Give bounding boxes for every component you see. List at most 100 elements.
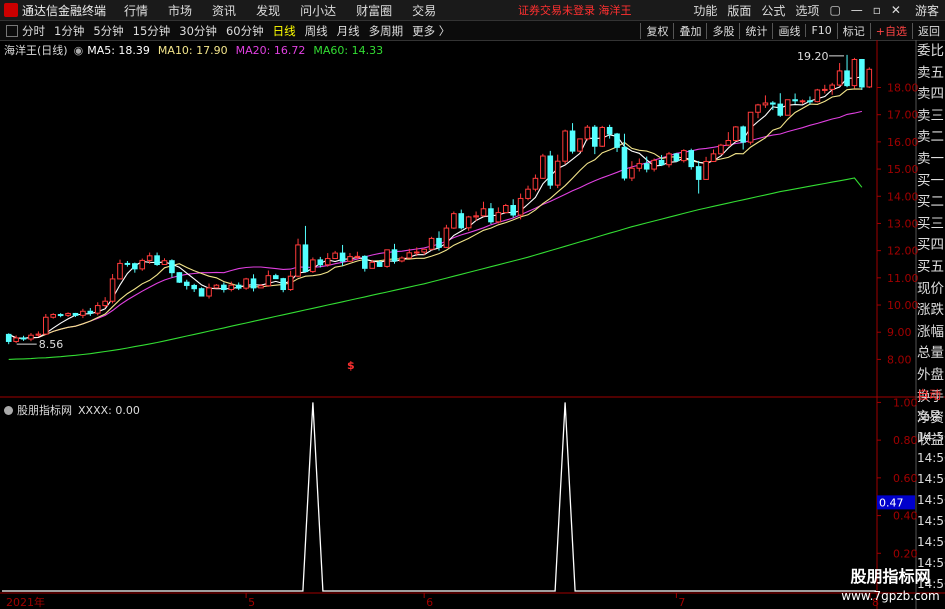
sidebar-label-1: 卖五 xyxy=(917,64,944,81)
ma5-series xyxy=(8,76,862,339)
trade-label-0[interactable]: 自动 xyxy=(917,385,945,406)
sidebar-label-13: 涨幅 xyxy=(917,323,944,340)
candle-body-5 xyxy=(43,316,49,335)
candle-body-75 xyxy=(562,130,568,162)
candle-body-97 xyxy=(725,140,732,146)
candle-body-51 xyxy=(384,249,390,267)
candle-body-70 xyxy=(525,188,531,199)
candle-body-104 xyxy=(777,103,784,116)
date-label-3: 7 xyxy=(678,596,685,609)
candle-body-60 xyxy=(451,213,457,229)
candle-body-16 xyxy=(124,262,131,265)
candle-body-19 xyxy=(146,255,153,261)
candle-body-86 xyxy=(643,163,650,170)
ind-label-1: 0.80 xyxy=(893,434,918,447)
ma10-line xyxy=(8,88,862,339)
candle-body-61 xyxy=(458,213,465,229)
price-label-0: 18.00 xyxy=(887,82,919,95)
candle-body-45 xyxy=(339,252,346,262)
candle-body-112 xyxy=(836,70,843,86)
candle-body-34 xyxy=(258,285,264,289)
candlestick-series xyxy=(5,54,873,345)
candle-body-21 xyxy=(161,260,168,266)
candle-body-89 xyxy=(666,153,672,166)
candle-body-52 xyxy=(391,249,398,262)
ma60-label: MA60: 14.33 xyxy=(313,43,384,57)
candle-body-27 xyxy=(206,287,212,297)
indicator-value: XXXX: 0.00 xyxy=(78,403,140,417)
candle-body-84 xyxy=(629,167,635,179)
candle-body-76 xyxy=(569,130,576,152)
sidebar-label-7: 买二 xyxy=(917,194,944,211)
candle-body-96 xyxy=(718,144,724,155)
candle-body-7 xyxy=(57,314,64,317)
indicator-name[interactable]: 股朋指标网 xyxy=(17,402,72,418)
candle-body-56 xyxy=(421,248,427,253)
candle-body-63 xyxy=(473,215,479,218)
candle-body-20 xyxy=(154,255,160,266)
date-axis: 2021年 5 6 7 8 xyxy=(6,593,879,609)
candle-body-1 xyxy=(13,337,19,342)
trade-label-7: 14:56 xyxy=(917,535,945,549)
indicator-info: 股朋指标网 XXXX: 0.00 xyxy=(4,403,140,417)
candle-body-93 xyxy=(695,166,702,180)
price-label-9: 9.00 xyxy=(887,326,912,339)
price-label-7: 11.00 xyxy=(887,272,919,285)
sidebar-label-14: 总量 xyxy=(917,345,944,362)
candle-body-48 xyxy=(362,255,368,269)
candle-body-73 xyxy=(547,155,554,186)
candle-body-31 xyxy=(235,284,242,289)
candle-body-102 xyxy=(762,102,769,106)
price-label-5: 13.00 xyxy=(887,217,919,230)
ma20-series xyxy=(8,110,863,339)
candle-body-88 xyxy=(658,159,665,166)
candle-body-33 xyxy=(250,278,257,289)
candle-body-68 xyxy=(510,205,516,216)
sidebar-label-4: 卖二 xyxy=(917,129,944,146)
price-label-6: 12.00 xyxy=(887,245,919,258)
candle-body-83 xyxy=(621,146,628,179)
candle-body-107 xyxy=(799,100,806,103)
sidebar-label-5: 卖一 xyxy=(917,150,944,167)
sidebar-label-12: 涨跌 xyxy=(917,302,944,319)
sidebar-label-6: 买一 xyxy=(917,172,944,189)
candle-body-53 xyxy=(399,257,405,262)
candle-body-69 xyxy=(517,197,524,216)
candle-body-77 xyxy=(577,138,583,152)
candle-body-38 xyxy=(287,275,294,291)
candle-body-49 xyxy=(369,261,376,269)
stock-title: 海洋王(日线) xyxy=(4,44,68,57)
sidebar-label-10: 买五 xyxy=(917,258,944,275)
trade-label-1[interactable]: 交易 xyxy=(917,406,945,427)
candle-body-17 xyxy=(132,263,138,270)
candle-body-42 xyxy=(317,259,324,266)
candle-body-15 xyxy=(117,262,123,280)
candle-body-14 xyxy=(109,278,116,302)
sidebar-label-11: 现价 xyxy=(917,280,944,297)
candle-body-2 xyxy=(20,337,27,340)
candle-body-108 xyxy=(807,100,813,103)
main-chart-info: 海洋王(日线) ◉ MA5: 18.39 MA10: 17.90 MA20: 1… xyxy=(4,43,391,58)
candle-body-28 xyxy=(213,284,220,289)
kline-chart[interactable]: 18.00 17.00 16.00 15.00 14.00 13.00 12.00 11.00… xyxy=(0,0,945,609)
candle-body-106 xyxy=(792,99,798,102)
candle-body-65 xyxy=(488,208,494,223)
trade-label-3: 14:56 xyxy=(917,451,945,465)
high-price-label: 19.20 xyxy=(797,50,829,63)
candle-body-114 xyxy=(851,58,858,87)
candle-body-95 xyxy=(710,153,717,162)
sidebar-label-2: 卖四 xyxy=(917,86,944,103)
sidebar-label-8: 买三 xyxy=(917,215,944,232)
candle-body-78 xyxy=(584,126,591,140)
trade-label-5: 14:56 xyxy=(917,493,945,507)
candle-body-116 xyxy=(866,68,873,88)
candle-body-113 xyxy=(844,70,850,87)
event-marker[interactable]: $ xyxy=(347,359,355,372)
trade-label-6: 14:56 xyxy=(917,514,945,528)
candle-body-44 xyxy=(332,252,338,260)
indicator-settings-icon[interactable] xyxy=(4,405,13,415)
candle-body-13 xyxy=(102,300,108,307)
settings-icon[interactable]: ◉ xyxy=(74,44,84,57)
trade-label-4: 14:56 xyxy=(917,472,945,486)
quote-sidebar: 委比 卖五 卖四 卖三 卖二 卖一 买一 买二 买三 买四 买五 现价 涨跌 涨幅 总量 外盘 换手 净资 收益 xyxy=(917,41,945,448)
